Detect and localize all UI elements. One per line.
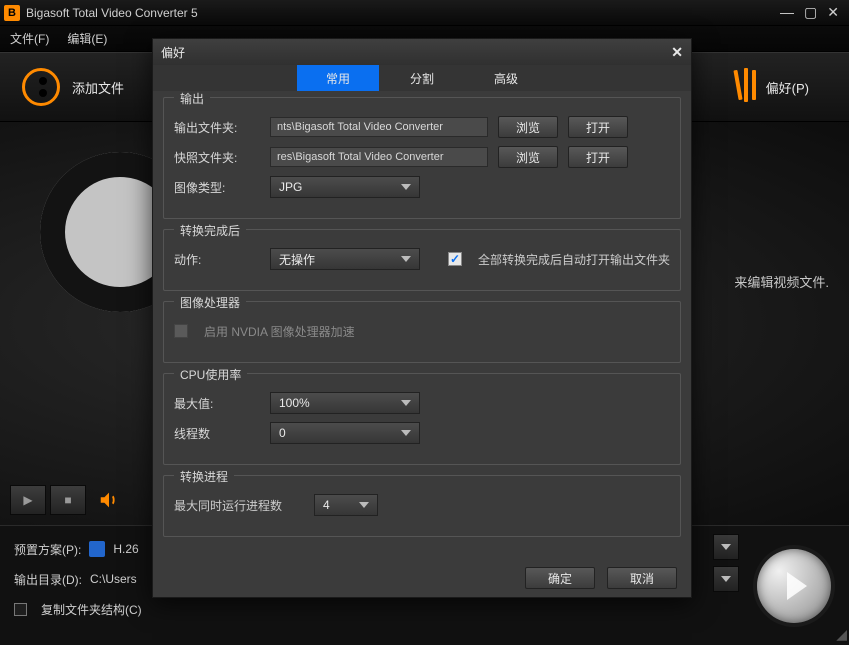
cancel-button[interactable]: 取消 [607, 567, 677, 589]
preferences-icon[interactable] [736, 70, 756, 104]
image-type-label: 图像类型: [174, 179, 260, 196]
chevron-down-icon [359, 502, 369, 508]
toolbar-right: 偏好(P) [736, 70, 809, 104]
threads-value: 0 [279, 426, 286, 440]
max-procs-value: 4 [323, 498, 330, 512]
dialog-close-button[interactable]: ✕ [671, 44, 683, 61]
preferences-dialog: 偏好 ✕ 常用 分割 高级 输出 输出文件夹: nts\Bigasoft Tot… [152, 38, 692, 598]
threads-label: 线程数 [174, 425, 260, 442]
toolbar-left: 添加文件 [20, 66, 124, 108]
add-file-icon[interactable] [20, 66, 62, 108]
action-label: 动作: [174, 251, 260, 268]
cpu-max-value: 100% [279, 396, 310, 410]
cpu-max-select[interactable]: 100% [270, 392, 420, 414]
group-cpu: CPU使用率 最大值: 100% 线程数 0 [163, 373, 681, 465]
copy-structure-label: 复制文件夹结构(C) [41, 601, 142, 618]
action-value: 无操作 [279, 251, 315, 268]
player-controls: ▶ ■ [10, 485, 120, 515]
app-icon: B [4, 5, 20, 21]
preferences-label[interactable]: 偏好(P) [766, 78, 809, 97]
dialog-tabs: 常用 分割 高级 [153, 65, 691, 91]
snapshot-folder-field[interactable]: res\Bigasoft Total Video Converter [270, 147, 488, 167]
snapshot-folder-label: 快照文件夹: [174, 149, 260, 166]
output-dir-value[interactable]: C:\Users [90, 572, 137, 586]
output-dir-dropdown-button[interactable] [713, 566, 739, 592]
group-after-legend: 转换完成后 [174, 222, 246, 239]
group-gpu-legend: 图像处理器 [174, 294, 246, 311]
app-title: Bigasoft Total Video Converter 5 [26, 6, 780, 20]
output-folder-open-button[interactable]: 打开 [568, 116, 628, 138]
preset-value[interactable]: H.26 [113, 542, 138, 556]
chevron-down-icon [401, 400, 411, 406]
resize-grip-icon[interactable]: ◢ [836, 626, 847, 643]
max-procs-label: 最大同时运行进程数 [174, 497, 304, 514]
group-output-legend: 输出 [174, 91, 210, 107]
stage-hint-text: 来编辑视频文件. [734, 272, 829, 291]
volume-icon[interactable] [98, 489, 120, 511]
dialog-titlebar: 偏好 ✕ [153, 39, 691, 65]
group-cpu-legend: CPU使用率 [174, 366, 247, 383]
nvidia-label: 启用 NVDIA 图像处理器加速 [204, 323, 355, 340]
convert-button[interactable] [757, 549, 831, 623]
open-after-checkbox[interactable] [448, 252, 462, 266]
snapshot-folder-open-button[interactable]: 打开 [568, 146, 628, 168]
tab-general[interactable]: 常用 [297, 65, 379, 91]
tab-split[interactable]: 分割 [381, 65, 463, 91]
add-file-label[interactable]: 添加文件 [72, 78, 124, 97]
dialog-title: 偏好 [161, 44, 185, 61]
chevron-down-icon [401, 430, 411, 436]
ok-button[interactable]: 确定 [525, 567, 595, 589]
group-gpu: 图像处理器 启用 NVDIA 图像处理器加速 [163, 301, 681, 363]
titlebar: B Bigasoft Total Video Converter 5 — ▢ ✕ [0, 0, 849, 26]
group-output: 输出 输出文件夹: nts\Bigasoft Total Video Conve… [163, 97, 681, 219]
max-procs-select[interactable]: 4 [314, 494, 378, 516]
dialog-footer: 确定 取消 [153, 559, 691, 597]
snapshot-folder-browse-button[interactable]: 浏览 [498, 146, 558, 168]
chevron-down-icon [401, 256, 411, 262]
chevron-down-icon [401, 184, 411, 190]
preset-icon [89, 541, 105, 557]
copy-structure-checkbox[interactable] [14, 603, 27, 616]
output-folder-field[interactable]: nts\Bigasoft Total Video Converter [270, 117, 488, 137]
stop-button[interactable]: ■ [50, 485, 86, 515]
menu-file[interactable]: 文件(F) [10, 30, 49, 47]
group-process-legend: 转换进程 [174, 468, 234, 485]
close-button[interactable]: ✕ [827, 4, 839, 21]
preset-dropdown-button[interactable] [713, 534, 739, 560]
play-button[interactable]: ▶ [10, 485, 46, 515]
image-type-select[interactable]: JPG [270, 176, 420, 198]
tab-advanced[interactable]: 高级 [465, 65, 547, 91]
open-after-label: 全部转换完成后自动打开输出文件夹 [478, 251, 670, 268]
output-folder-browse-button[interactable]: 浏览 [498, 116, 558, 138]
output-folder-label: 输出文件夹: [174, 119, 260, 136]
output-dir-label: 输出目录(D): [14, 571, 82, 588]
image-type-value: JPG [279, 180, 302, 194]
cpu-max-label: 最大值: [174, 395, 260, 412]
minimize-button[interactable]: — [780, 4, 794, 21]
group-process: 转换进程 最大同时运行进程数 4 [163, 475, 681, 537]
menu-edit[interactable]: 编辑(E) [67, 30, 107, 47]
group-after-conversion: 转换完成后 动作: 无操作 全部转换完成后自动打开输出文件夹 [163, 229, 681, 291]
preset-label: 预置方案(P): [14, 541, 81, 558]
dialog-body: 输出 输出文件夹: nts\Bigasoft Total Video Conve… [153, 91, 691, 559]
nvidia-checkbox [174, 324, 188, 338]
maximize-button[interactable]: ▢ [804, 4, 817, 21]
threads-select[interactable]: 0 [270, 422, 420, 444]
action-select[interactable]: 无操作 [270, 248, 420, 270]
